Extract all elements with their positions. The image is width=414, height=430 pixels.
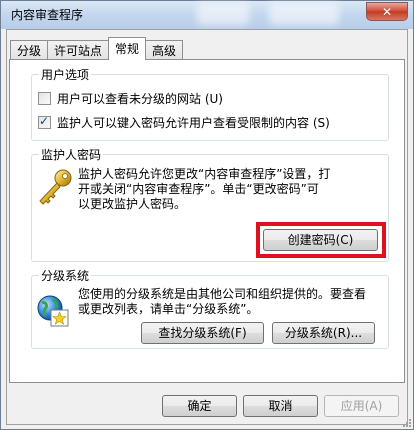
close-button[interactable]: ✕: [366, 2, 408, 21]
supervisor-line-1: 监护人密码允许您更改“内容审查程序”设置，打: [78, 167, 331, 181]
supervisor-password-legend: 监护人密码: [39, 146, 104, 163]
apply-button[interactable]: 应用(A): [324, 395, 399, 417]
titlebar-blur: [197, 3, 249, 25]
allow-unrated-label: 用户可以查看未分级的网站 (U): [57, 92, 223, 106]
tab-ratings[interactable]: 分级: [10, 40, 49, 60]
user-options-legend: 用户选项: [39, 66, 92, 83]
supervisor-line-3: 以更改监护人密码。: [78, 197, 187, 211]
titlebar-blur: [269, 3, 339, 25]
tab-general[interactable]: 常规: [108, 37, 147, 60]
rating-line-2: 或更改列表，请单击“分级系统”。: [78, 302, 259, 316]
key-icon: [39, 169, 72, 205]
supervisor-override-checkbox[interactable]: [38, 114, 51, 129]
globe-certificate-icon: [37, 295, 69, 327]
allow-unrated-option[interactable]: 用户可以查看未分级的网站 (U): [38, 90, 223, 107]
find-rating-systems-button[interactable]: 查找分级系统(F): [141, 322, 264, 344]
ok-button[interactable]: 确定: [162, 395, 237, 417]
supervisor-line-2: 开或关闭“内容审查程序”。单击“更改密码”可: [78, 182, 319, 196]
rating-systems-button[interactable]: 分级系统(R)...: [272, 322, 375, 344]
close-icon: ✕: [381, 4, 393, 19]
allow-unrated-checkbox[interactable]: [38, 92, 51, 105]
rating-systems-legend: 分级系统: [39, 267, 92, 284]
cancel-button[interactable]: 取消: [243, 395, 318, 417]
window-title: 内容审查程序: [11, 8, 84, 22]
title-bar[interactable]: 内容审查程序 ✕: [1, 1, 413, 29]
supervisor-override-label: 监护人可以键入密码允许用户查看受限制的内容 (S): [57, 116, 330, 130]
resize-grip-icon[interactable]: [401, 417, 411, 427]
tab-approved-sites[interactable]: 许可站点: [47, 40, 110, 60]
supervisor-override-option[interactable]: 监护人可以键入密码允许用户查看受限制的内容 (S): [38, 114, 330, 131]
tab-strip: 分级 许可站点 常规 高级: [10, 37, 184, 60]
rating-systems-description: 您使用的分级系统是由其他公司和组织提供的。要查看 或更改列表，请单击“分级系统”…: [78, 287, 366, 317]
supervisor-description: 监护人密码允许您更改“内容审查程序”设置，打 开或关闭“内容审查程序”。单击“更…: [78, 167, 330, 212]
create-password-button[interactable]: 创建密码(C): [263, 229, 378, 251]
tab-advanced[interactable]: 高级: [145, 40, 184, 60]
rating-line-1: 您使用的分级系统是由其他公司和组织提供的。要查看: [78, 287, 367, 301]
